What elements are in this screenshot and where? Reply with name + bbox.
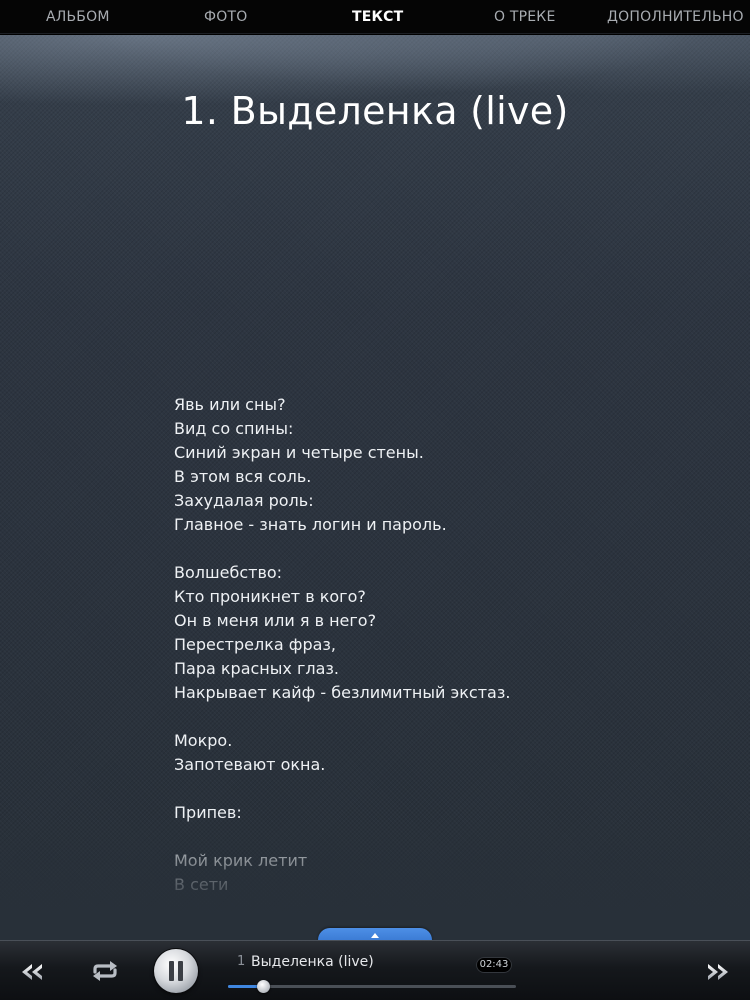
repeat-button[interactable] xyxy=(90,958,120,984)
lyric-line: Вид со спины: xyxy=(174,419,294,438)
progress-slider[interactable] xyxy=(228,980,516,993)
tab-photo[interactable]: ФОТО xyxy=(204,0,247,34)
tab-about-track[interactable]: О ТРЕКЕ xyxy=(494,0,556,34)
lyric-line: Накрывает кайф - безлимитный экстаз. xyxy=(174,683,511,702)
chevron-up-icon xyxy=(371,933,379,938)
lyric-line: Запотевают окна. xyxy=(174,755,326,774)
lyrics-text: Явь или сны? Вид со спины: Синий экран и ч… xyxy=(174,393,634,897)
lyric-line: В этом вся соль. xyxy=(174,467,312,486)
tab-album[interactable]: АЛЬБОМ xyxy=(46,0,110,34)
tab-lyrics[interactable]: ТЕКСТ xyxy=(352,0,403,34)
elapsed-time-badge: 02:43 xyxy=(476,957,512,973)
lyric-line: Мой крик летит xyxy=(174,851,308,870)
pause-icon xyxy=(169,961,174,981)
progress-knob[interactable] xyxy=(256,980,270,993)
tab-extra[interactable]: ДОПОЛНИТЕЛЬНО xyxy=(607,0,744,34)
fast-forward-icon xyxy=(708,964,728,980)
lyric-line: Он в меня или я в него? xyxy=(174,611,377,630)
lyric-line xyxy=(174,705,634,729)
lyric-line: Перестрелка фраз, xyxy=(174,635,337,654)
lyric-line: Явь или сны? xyxy=(174,395,286,414)
lyric-line: В сети xyxy=(174,875,229,894)
next-track-button[interactable] xyxy=(704,959,732,985)
lyric-line: Мокро. xyxy=(174,731,233,750)
now-playing-track-name: Выделенка (live) xyxy=(251,954,374,970)
lyric-line: Кто проникнет в кого? xyxy=(174,587,366,606)
lyric-line: Захудалая роль: xyxy=(174,491,314,510)
lyric-line: Пара красных глаз. xyxy=(174,659,339,678)
lyric-line: Синий экран и четыре стены. xyxy=(174,443,424,462)
previous-track-button[interactable] xyxy=(18,959,46,985)
pause-button[interactable] xyxy=(154,949,198,993)
repeat-icon xyxy=(93,961,117,981)
lyrics-panel[interactable]: 1. Выделенка (live) Явь или сны? Вид со с… xyxy=(0,35,750,940)
lyric-line xyxy=(174,777,634,801)
lyric-line xyxy=(174,825,634,849)
rewind-icon xyxy=(22,964,42,980)
lyric-line: Припев: xyxy=(174,803,242,822)
lyric-line: Главное - знать логин и пароль. xyxy=(174,515,447,534)
track-title: 1. Выделенка (live) xyxy=(181,89,569,133)
now-playing-track-number: 1 xyxy=(237,954,246,969)
top-navigation: АЛЬБОМ ФОТО ТЕКСТ О ТРЕКЕ ДОПОЛНИТЕЛЬНО xyxy=(0,0,750,34)
lyric-line: Волшебство: xyxy=(174,563,283,582)
player-bar: 1 Выделенка (live) 02:43 xyxy=(0,940,750,1000)
lyric-line xyxy=(174,537,634,561)
